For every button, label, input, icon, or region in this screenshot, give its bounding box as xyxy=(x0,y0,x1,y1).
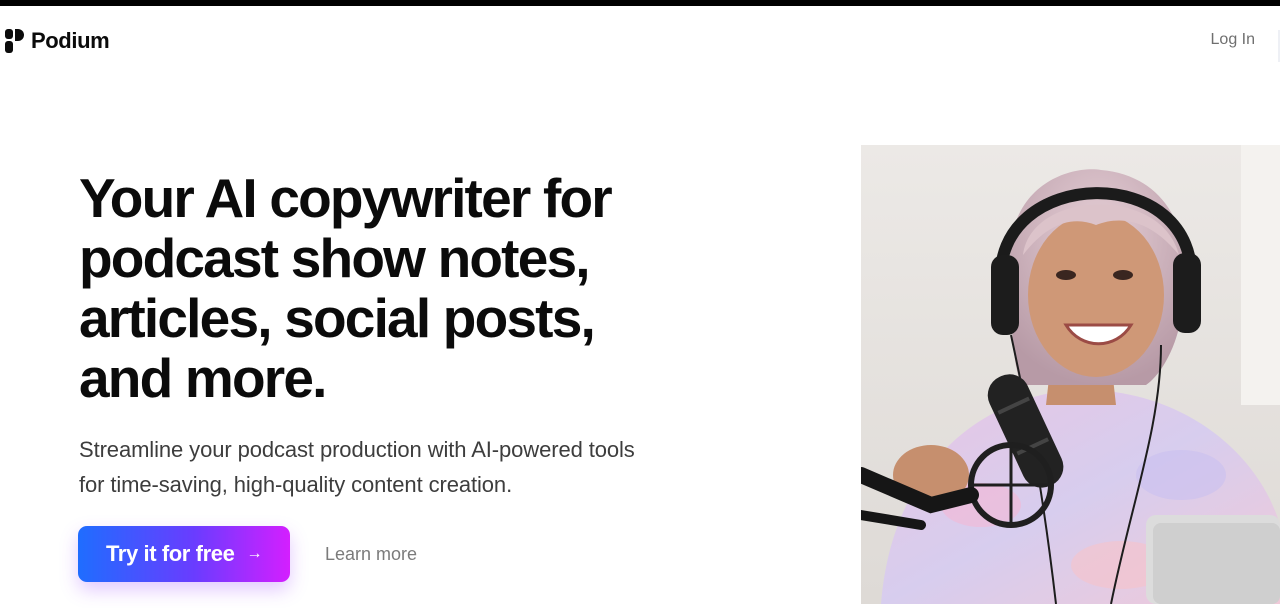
hero-title-line: articles, social posts, xyxy=(79,287,596,349)
hero-title-line: Your AI copywriter for xyxy=(79,167,613,229)
podium-logo-icon xyxy=(5,29,24,53)
hero-photo-podcaster xyxy=(861,145,1280,604)
hero-title: Your AI copywriter for podcast show note… xyxy=(79,168,779,408)
navbar: Podium Log In xyxy=(0,6,1280,74)
cta-label: Try it for free xyxy=(105,541,235,566)
brand-logo-link[interactable]: Podium xyxy=(5,28,110,54)
hero-title-line: podcast show notes, xyxy=(79,227,591,289)
hero-subtitle-line: for time-saving, high-quality content cr… xyxy=(79,472,513,497)
brand-name: Podium xyxy=(31,28,110,53)
login-link[interactable]: Log In xyxy=(1211,31,1255,49)
arrow-right-icon: → xyxy=(246,545,263,562)
learn-more-link[interactable]: Learn more xyxy=(325,544,417,565)
hero-title-line: and more. xyxy=(79,347,327,409)
hero-subtitle-line: Streamline your podcast production with … xyxy=(79,437,635,462)
hero-subtitle: Streamline your podcast production with … xyxy=(79,432,719,502)
podcaster-illustration xyxy=(861,145,1280,604)
try-it-free-button[interactable]: Try it for free → xyxy=(78,526,290,582)
